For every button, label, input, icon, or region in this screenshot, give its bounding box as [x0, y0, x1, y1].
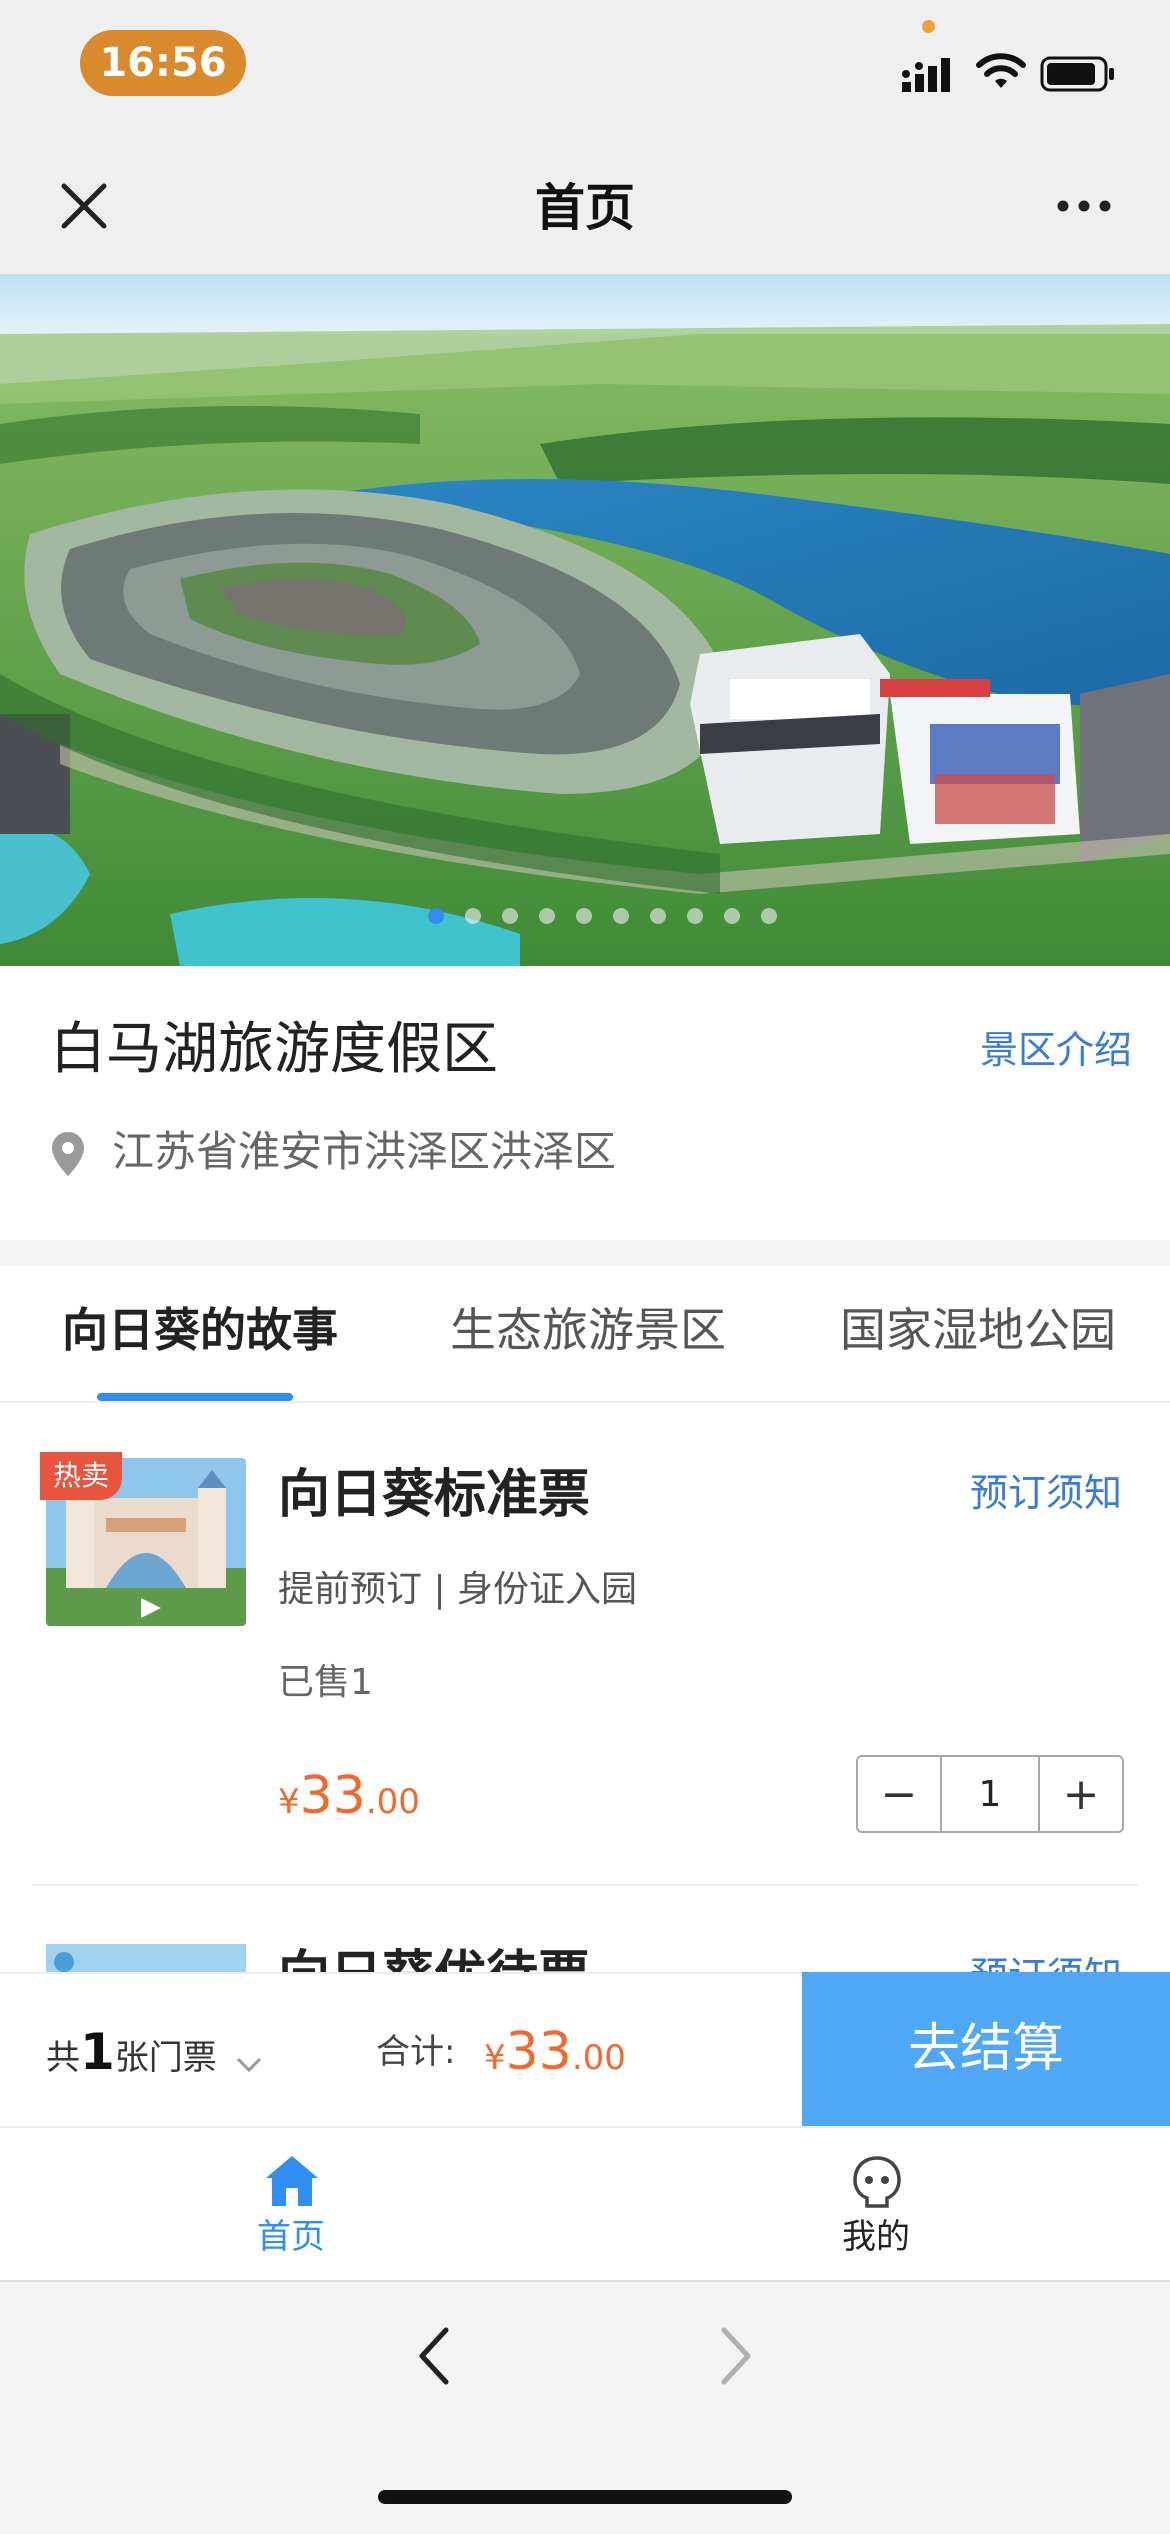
checkout-button[interactable]: 去结算: [802, 1972, 1170, 2126]
carousel-dot: [539, 908, 555, 924]
quantity-stepper: − 1 +: [856, 1755, 1124, 1833]
hero-carousel[interactable]: [0, 274, 1170, 966]
count-suffix: 张门票: [114, 2038, 217, 2078]
battery-icon: [1040, 56, 1114, 92]
ticket-count-toggle[interactable]: 共1张门票: [46, 2012, 262, 2104]
price-integer: 33: [299, 1766, 366, 1826]
count-value: 1: [80, 2023, 115, 2081]
row-divider: [32, 1884, 1138, 1886]
ticket-item-2[interactable]: 向日葵优待票 预订须知: [0, 1900, 1170, 1972]
price-decimal: .00: [365, 1782, 420, 1822]
sum-integer: 33: [505, 2022, 572, 2082]
sum-label: 合计:: [376, 2032, 456, 2072]
user-face-icon: [853, 2156, 901, 2208]
ticket-2-thumbnail: [46, 1944, 246, 1972]
scenic-name: 白马湖旅游度假区: [50, 1017, 498, 1082]
recording-indicator: [922, 20, 935, 33]
tabbar-label-mine: 我的: [842, 2217, 910, 2257]
close-icon[interactable]: [58, 180, 110, 232]
tabbar-label-home: 首页: [257, 2217, 325, 2257]
tab-sunflower-story[interactable]: 向日葵的故事: [62, 1290, 338, 1370]
carousel-dot: [502, 908, 518, 924]
home-icon: [266, 2156, 318, 2206]
carousel-dot: [761, 908, 777, 924]
tab-active-indicator: [97, 1393, 293, 1401]
scenic-address: 江苏省淮安市洪泽区洪泽区: [112, 1127, 617, 1176]
count-prefix: 共: [46, 2038, 80, 2078]
signal-icon: [902, 58, 950, 92]
ticket-sold-count: 已售1: [278, 1662, 373, 1703]
price-currency: ¥: [278, 1782, 300, 1822]
ticket-price: ¥33.00: [278, 1756, 420, 1848]
scenic-intro-link[interactable]: 景区介绍: [980, 1020, 1132, 1080]
chevron-down-icon: [236, 2057, 261, 2072]
tabbar-item-mine[interactable]: 我的: [776, 2146, 976, 2266]
home-indicator: [378, 2490, 792, 2504]
carousel-indicator: [428, 908, 777, 928]
back-arrow-icon[interactable]: [414, 2326, 454, 2386]
carousel-dot: [465, 908, 481, 924]
increase-button[interactable]: +: [1040, 1757, 1122, 1831]
ticket-2-notice-link[interactable]: 预订须知: [970, 1946, 1122, 1972]
sum-price: ¥33.00: [484, 2012, 626, 2104]
booking-notice-link[interactable]: 预订须知: [970, 1463, 1122, 1523]
section-divider: [0, 1240, 1170, 1266]
ticket-tags: 提前预订 | 身份证入园: [278, 1569, 638, 1610]
forward-arrow-icon[interactable]: [716, 2326, 756, 2386]
location-pin-icon: [52, 1132, 84, 1176]
carousel-dot: [650, 908, 666, 924]
page-title: 首页: [535, 179, 635, 237]
hot-sale-badge: 热卖: [40, 1452, 122, 1500]
bottom-tab-bar: [0, 2126, 1170, 2282]
carousel-dot: [613, 908, 629, 924]
sum-currency: ¥: [484, 2038, 506, 2078]
tabbar-item-home[interactable]: 首页: [191, 2146, 391, 2266]
sum-decimal: .00: [571, 2038, 626, 2078]
wifi-icon: [976, 53, 1026, 88]
ticket-name[interactable]: 向日葵标准票: [278, 1455, 590, 1535]
more-icon[interactable]: [1055, 196, 1113, 216]
carousel-dot: [576, 908, 592, 924]
carousel-dot: [687, 908, 703, 924]
hero-image: [0, 274, 1170, 966]
carousel-dot: [724, 908, 740, 924]
tabs-divider: [0, 1401, 1170, 1403]
quantity-value[interactable]: 1: [940, 1757, 1040, 1831]
decrease-button[interactable]: −: [858, 1757, 940, 1831]
status-time: 16:56: [80, 30, 246, 96]
ticket-2-name: 向日葵优待票: [278, 1936, 590, 1972]
tab-wetland-park[interactable]: 国家湿地公园: [840, 1290, 1116, 1370]
tab-eco-tourism[interactable]: 生态旅游景区: [450, 1290, 726, 1370]
carousel-dot: [428, 908, 444, 924]
